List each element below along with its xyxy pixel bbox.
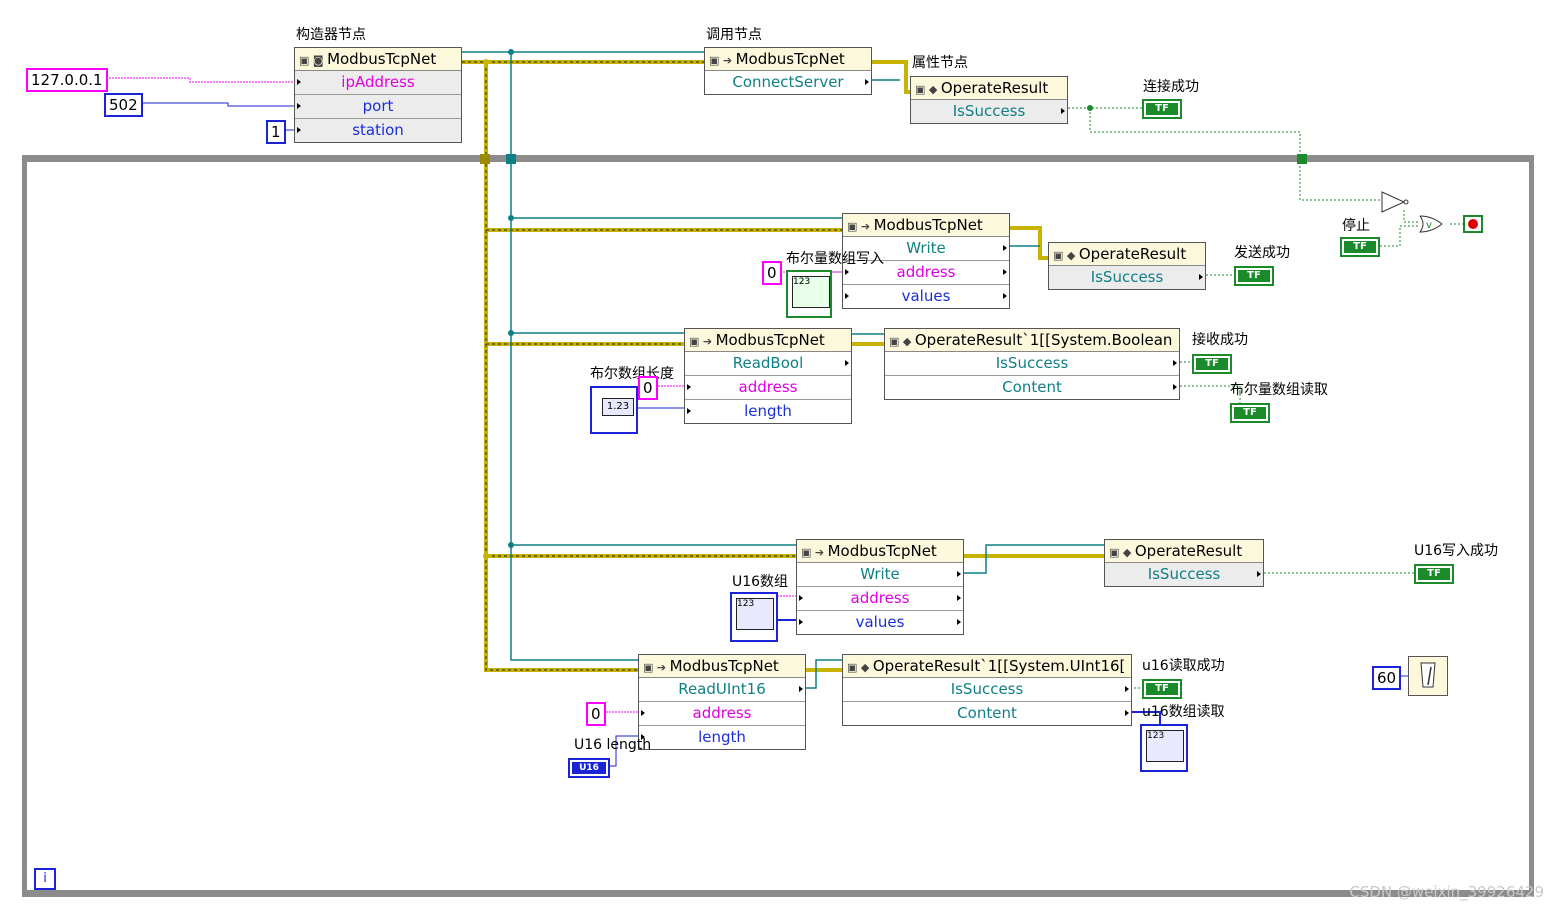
wait-timer-icon[interactable] xyxy=(1408,656,1448,696)
readbool-class: ModbusTcpNet xyxy=(715,331,825,349)
write-u16-values[interactable]: values xyxy=(797,610,963,634)
readu16-length[interactable]: length xyxy=(639,725,805,749)
invoke-label: 调用节点 xyxy=(706,27,762,43)
ip-constant[interactable]: 127.0.0.1 xyxy=(26,68,108,92)
readu16-method[interactable]: ReadUInt16 xyxy=(639,678,805,701)
bool-array-control[interactable]: 123 xyxy=(786,270,832,318)
readu16-class: ModbusTcpNet xyxy=(669,657,779,675)
svg-text:v: v xyxy=(1426,220,1432,231)
readbool-length[interactable]: length xyxy=(685,399,851,423)
recv-ok-label: 接收成功 xyxy=(1192,332,1248,348)
result3-node[interactable]: ▣ ◆ OperateResult`1[[System.Boolean IsSu… xyxy=(884,328,1180,400)
constructor-class: ModbusTcpNet xyxy=(327,50,437,68)
u16-array-label: U16数组 xyxy=(732,574,789,590)
bool-len-label: 布尔数组长度 xyxy=(590,366,674,382)
result2-class: OperateResult xyxy=(1078,245,1187,263)
loop-tunnel-err xyxy=(506,154,516,164)
result3-issuccess[interactable]: IsSuccess xyxy=(885,352,1179,375)
watermark: CSDN @weixin_39926429 xyxy=(1349,883,1544,901)
result2-node[interactable]: ▣ ◆ OperateResult IsSuccess xyxy=(1048,242,1206,290)
connect-class: ModbusTcpNet xyxy=(735,50,845,68)
u16-length-label: U16 length xyxy=(574,737,652,753)
result1-node[interactable]: ▣ ◆ OperateResult IsSuccess xyxy=(910,76,1068,124)
port-constant[interactable]: 502 xyxy=(104,93,143,117)
iteration-terminal: i xyxy=(34,868,56,890)
port-param[interactable]: port xyxy=(295,94,461,118)
write-bool-class: ModbusTcpNet xyxy=(873,216,983,234)
send-ok-indicator: TF xyxy=(1234,266,1274,286)
result5-class: OperateResult`1[[System.UInt16[ xyxy=(872,657,1126,675)
readbool-node[interactable]: ▣ ➔ ModbusTcpNet ReadBool address length xyxy=(684,328,852,424)
write-u16-address[interactable]: address xyxy=(797,586,963,610)
ipaddress-param[interactable]: ipAddress xyxy=(295,71,461,94)
u16-read-indicator: 123 xyxy=(1140,724,1188,772)
result3-class: OperateResult`1[[System.Boolean xyxy=(914,331,1173,349)
bool-write-label: 布尔量数组写入 xyxy=(786,251,884,267)
result4-issuccess[interactable]: IsSuccess xyxy=(1105,563,1263,586)
bool-read-label: 布尔量数组读取 xyxy=(1230,382,1328,398)
result2-issuccess[interactable]: IsSuccess xyxy=(1049,266,1205,289)
u16-read-label: u16数组读取 xyxy=(1142,704,1225,720)
u16-length-control[interactable]: U16 xyxy=(568,758,610,778)
write-u16-class: ModbusTcpNet xyxy=(827,542,937,560)
bool-length-control[interactable]: 1.23 xyxy=(590,386,638,434)
result4-node[interactable]: ▣ ◆ OperateResult IsSuccess xyxy=(1104,539,1264,587)
write-u16-node[interactable]: ▣ ➔ ModbusTcpNet Write address values xyxy=(796,539,964,635)
station-constant[interactable]: 1 xyxy=(266,120,286,144)
connect-ok-label: 连接成功 xyxy=(1143,79,1199,95)
wait-ms-constant[interactable]: 60 xyxy=(1372,666,1402,690)
u16-write-ok-label: U16写入成功 xyxy=(1414,543,1499,559)
bool-write-address-const[interactable]: 0 xyxy=(762,261,782,285)
station-param[interactable]: station xyxy=(295,118,461,142)
readu16-address[interactable]: address xyxy=(639,701,805,725)
readu16-address-const[interactable]: 0 xyxy=(586,702,606,726)
result5-issuccess[interactable]: IsSuccess xyxy=(843,678,1131,701)
readbool-address-const[interactable]: 0 xyxy=(638,376,658,400)
result3-content[interactable]: Content xyxy=(885,375,1179,399)
stop-label: 停止 xyxy=(1342,218,1370,234)
readbool-method[interactable]: ReadBool xyxy=(685,352,851,375)
u16-read-ok-indicator: TF xyxy=(1142,679,1182,699)
u16-array-control[interactable]: 123 xyxy=(730,592,778,642)
stop-control[interactable]: TF xyxy=(1340,237,1380,257)
loop-tunnel-ref xyxy=(480,154,490,164)
send-ok-label: 发送成功 xyxy=(1234,245,1290,261)
connect-node[interactable]: ▣ ➔ ModbusTcpNet ConnectServer xyxy=(704,47,872,95)
connect-ok-indicator: TF xyxy=(1142,99,1182,119)
result1-issuccess[interactable]: IsSuccess xyxy=(911,100,1067,123)
readu16-node[interactable]: ▣ ➔ ModbusTcpNet ReadUInt16 address leng… xyxy=(638,654,806,750)
result1-class: OperateResult xyxy=(940,79,1049,97)
not-or-gates: v xyxy=(1381,191,1483,233)
readbool-address[interactable]: address xyxy=(685,375,851,399)
loop-tunnel-bool xyxy=(1297,154,1307,164)
write-u16-method[interactable]: Write xyxy=(797,563,963,586)
bool-read-indicator: TF xyxy=(1230,403,1270,423)
constructor-node[interactable]: ▣ ◙ ModbusTcpNet ipAddress port station xyxy=(294,47,462,143)
result4-class: OperateResult xyxy=(1134,542,1243,560)
property-label: 属性节点 xyxy=(912,55,968,71)
result5-node[interactable]: ▣ ◆ OperateResult`1[[System.UInt16[ IsSu… xyxy=(842,654,1132,726)
result5-content[interactable]: Content xyxy=(843,701,1131,725)
u16-write-ok-indicator: TF xyxy=(1414,564,1454,584)
recv-ok-indicator: TF xyxy=(1192,354,1232,374)
constructor-label: 构造器节点 xyxy=(296,27,366,43)
u16-read-ok-label: u16读取成功 xyxy=(1142,658,1225,674)
write-bool-values[interactable]: values xyxy=(843,284,1009,308)
connectserver-method[interactable]: ConnectServer xyxy=(705,71,871,94)
